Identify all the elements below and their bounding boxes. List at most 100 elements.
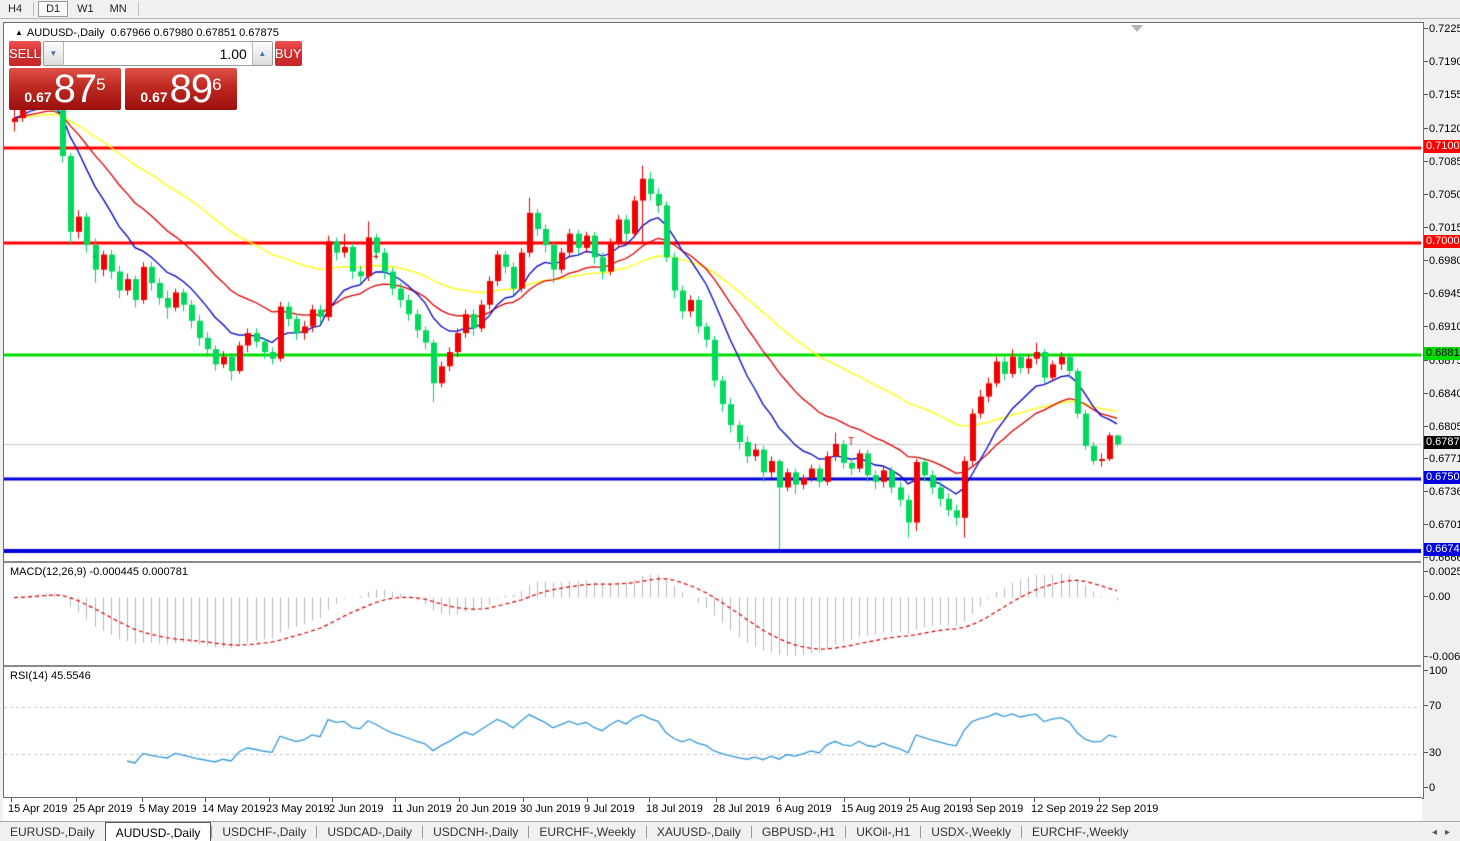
- chart-tab-xauusd-daily[interactable]: XAUUSD-,Daily: [647, 822, 751, 841]
- date-axis-tick: [909, 798, 910, 802]
- date-axis[interactable]: 15 Apr 2019 25 Apr 2019 5 May 2019 14 May 2…: [3, 797, 1422, 822]
- date-axis-tick: [779, 798, 780, 802]
- price-axis-tick: 0.67710: [1424, 453, 1460, 465]
- date-axis-tick: [459, 798, 460, 802]
- date-axis-tick: [844, 798, 845, 802]
- toolbar-separator: [33, 2, 34, 16]
- hline-price-badge: 0.71005: [1424, 140, 1460, 153]
- buy-price-prefix: 0.67: [140, 87, 167, 107]
- price-axis-tick: 0.71200: [1424, 123, 1460, 135]
- toolbar-separator: [138, 2, 139, 16]
- price-axis-tick: 0.69100: [1424, 321, 1460, 333]
- date-axis-tick: [716, 798, 717, 802]
- sell-button[interactable]: SELL: [9, 41, 41, 66]
- date-axis-tick: [587, 798, 588, 802]
- chart-tab-ukoil-h1[interactable]: UKOil-,H1: [846, 822, 920, 841]
- chart-tab-usdcnh-daily[interactable]: USDCNH-,Daily: [423, 822, 528, 841]
- macd-canvas[interactable]: [4, 563, 1421, 665]
- chart-tab-audusd-daily[interactable]: AUDUSD-,Daily: [105, 822, 212, 841]
- date-axis-label: 5 May 2019: [139, 803, 196, 815]
- chart-tab-bar: EURUSD-,DailyAUDUSD-,DailyUSDCHF-,DailyU…: [0, 821, 1460, 841]
- sell-price-big: 87: [54, 71, 97, 107]
- price-axis-tick: 0.71550: [1424, 89, 1460, 101]
- chart-tab-usdcad-daily[interactable]: USDCAD-,Daily: [317, 822, 422, 841]
- macd-axis-tick: 0.00: [1424, 591, 1450, 603]
- chart-symbol-label: AUDUSD-,Daily: [27, 27, 105, 39]
- sell-price-prefix: 0.67: [24, 87, 51, 107]
- hline-price-badge: 0.70002: [1424, 235, 1460, 248]
- buy-price-big: 89: [170, 71, 213, 107]
- price-panel: ▲ AUDUSD-,Daily 0.67966 0.67980 0.67851 0…: [4, 23, 1421, 563]
- buy-button[interactable]: BUY: [275, 41, 302, 66]
- chart-title: ▲ AUDUSD-,Daily 0.67966 0.67980 0.67851 0…: [15, 27, 279, 39]
- buy-price-sup: 6: [212, 70, 221, 100]
- price-axis-tick: 0.69450: [1424, 288, 1460, 300]
- buy-price-display[interactable]: 0.67 89 6: [125, 68, 237, 110]
- macd-axis-tick: -0.006326: [1424, 651, 1460, 663]
- date-axis-tick: [1099, 798, 1100, 802]
- price-axis-tick: 0.67360: [1424, 486, 1460, 498]
- date-axis-label: 11 Jun 2019: [392, 803, 452, 815]
- date-axis-label: 14 May 2019: [202, 803, 266, 815]
- rsi-panel: RSI(14) 45.5546: [4, 667, 1421, 796]
- chart-tab-eurusd-daily[interactable]: EURUSD-,Daily: [0, 822, 105, 841]
- volume-input[interactable]: [64, 42, 252, 65]
- volume-increase-icon[interactable]: ▲: [252, 42, 272, 65]
- rsi-canvas[interactable]: [4, 667, 1421, 796]
- price-axis-tick: 0.70850: [1424, 156, 1460, 168]
- tabs-scroll-right-icon[interactable]: ▸: [1441, 827, 1454, 838]
- one-click-trading-panel: SELL ▼ ▲ BUY 0.67 87 5 0.67: [9, 41, 237, 110]
- tabs-scroll-left-icon[interactable]: ◂: [1428, 827, 1441, 838]
- price-axis-tick: 0.70150: [1424, 222, 1460, 234]
- sell-price-sup: 5: [96, 70, 105, 100]
- date-axis-tick: [11, 798, 12, 802]
- macd-axis-tick: 0.002574: [1424, 566, 1460, 578]
- price-axis-tick: 0.68400: [1424, 388, 1460, 400]
- timeframe-button-w1[interactable]: W1: [70, 1, 101, 17]
- volume-decrease-icon[interactable]: ▼: [44, 42, 64, 65]
- date-axis-tick: [970, 798, 971, 802]
- date-axis-label: 9 Jul 2019: [584, 803, 635, 815]
- rsi-axis-tick: 0: [1424, 782, 1435, 794]
- date-axis-label: 25 Apr 2019: [73, 803, 132, 815]
- rsi-axis-tick: 100: [1424, 665, 1447, 677]
- sell-price-display[interactable]: 0.67 87 5: [9, 68, 121, 110]
- price-axis-tick: 0.68050: [1424, 421, 1460, 433]
- chart-tab-usdchf-daily[interactable]: USDCHF-,Daily: [212, 822, 316, 841]
- date-axis-label: 15 Apr 2019: [8, 803, 67, 815]
- macd-panel: MACD(12,26,9) -0.000445 0.000781: [4, 563, 1421, 667]
- timeframe-button-mn[interactable]: MN: [103, 1, 134, 17]
- date-axis-tick: [76, 798, 77, 802]
- macd-label: MACD(12,26,9) -0.000445 0.000781: [10, 566, 188, 578]
- collapse-icon[interactable]: ▲: [15, 28, 23, 37]
- trading-terminal-window: H4 D1W1MN ▲ AUDUSD-,Daily 0.67966 0.67980 …: [0, 0, 1460, 841]
- chart-shift-marker-icon[interactable]: [1131, 25, 1143, 32]
- date-axis-label: 25 Aug 2019: [906, 803, 968, 815]
- rsi-label: RSI(14) 45.5546: [10, 670, 91, 682]
- hline-price-badge: 0.68819: [1424, 347, 1460, 360]
- date-axis-label: 3 Sep 2019: [967, 803, 1023, 815]
- date-axis-label: 28 Jul 2019: [713, 803, 770, 815]
- price-axis[interactable]: 0.722500.719000.715500.712000.708500.705…: [1424, 22, 1460, 797]
- date-axis-tick: [269, 798, 270, 802]
- date-axis-tick: [523, 798, 524, 802]
- chart-tab-usdx-weekly[interactable]: USDX-,Weekly: [921, 822, 1021, 841]
- date-axis-label: 18 Jul 2019: [646, 803, 703, 815]
- current-price-badge: 0.67875: [1424, 436, 1460, 449]
- date-axis-tick: [142, 798, 143, 802]
- date-axis-tick: [395, 798, 396, 802]
- chart-tab-gbpusd-h1[interactable]: GBPUSD-,H1: [752, 822, 845, 841]
- date-axis-tick: [649, 798, 650, 802]
- timeframe-button-d1[interactable]: D1: [38, 1, 68, 17]
- date-axis-label: 6 Aug 2019: [776, 803, 832, 815]
- timeframe-toolbar: H4 D1W1MN: [0, 0, 1460, 19]
- price-axis-tick: 0.70500: [1424, 189, 1460, 201]
- chart-tab-eurchf-weekly[interactable]: EURCHF-,Weekly: [529, 822, 645, 841]
- date-axis-label: 12 Sep 2019: [1031, 803, 1093, 815]
- rsi-axis-tick: 70: [1424, 700, 1441, 712]
- chart-ohlc-values: 0.67966 0.67980 0.67851 0.67875: [111, 27, 279, 39]
- chart-tab-eurchf-weekly[interactable]: EURCHF-,Weekly: [1022, 822, 1138, 841]
- price-axis-tick: 0.72250: [1424, 23, 1460, 35]
- date-axis-label: 23 May 2019: [266, 803, 330, 815]
- timeframe-button-h4[interactable]: H4: [1, 1, 29, 17]
